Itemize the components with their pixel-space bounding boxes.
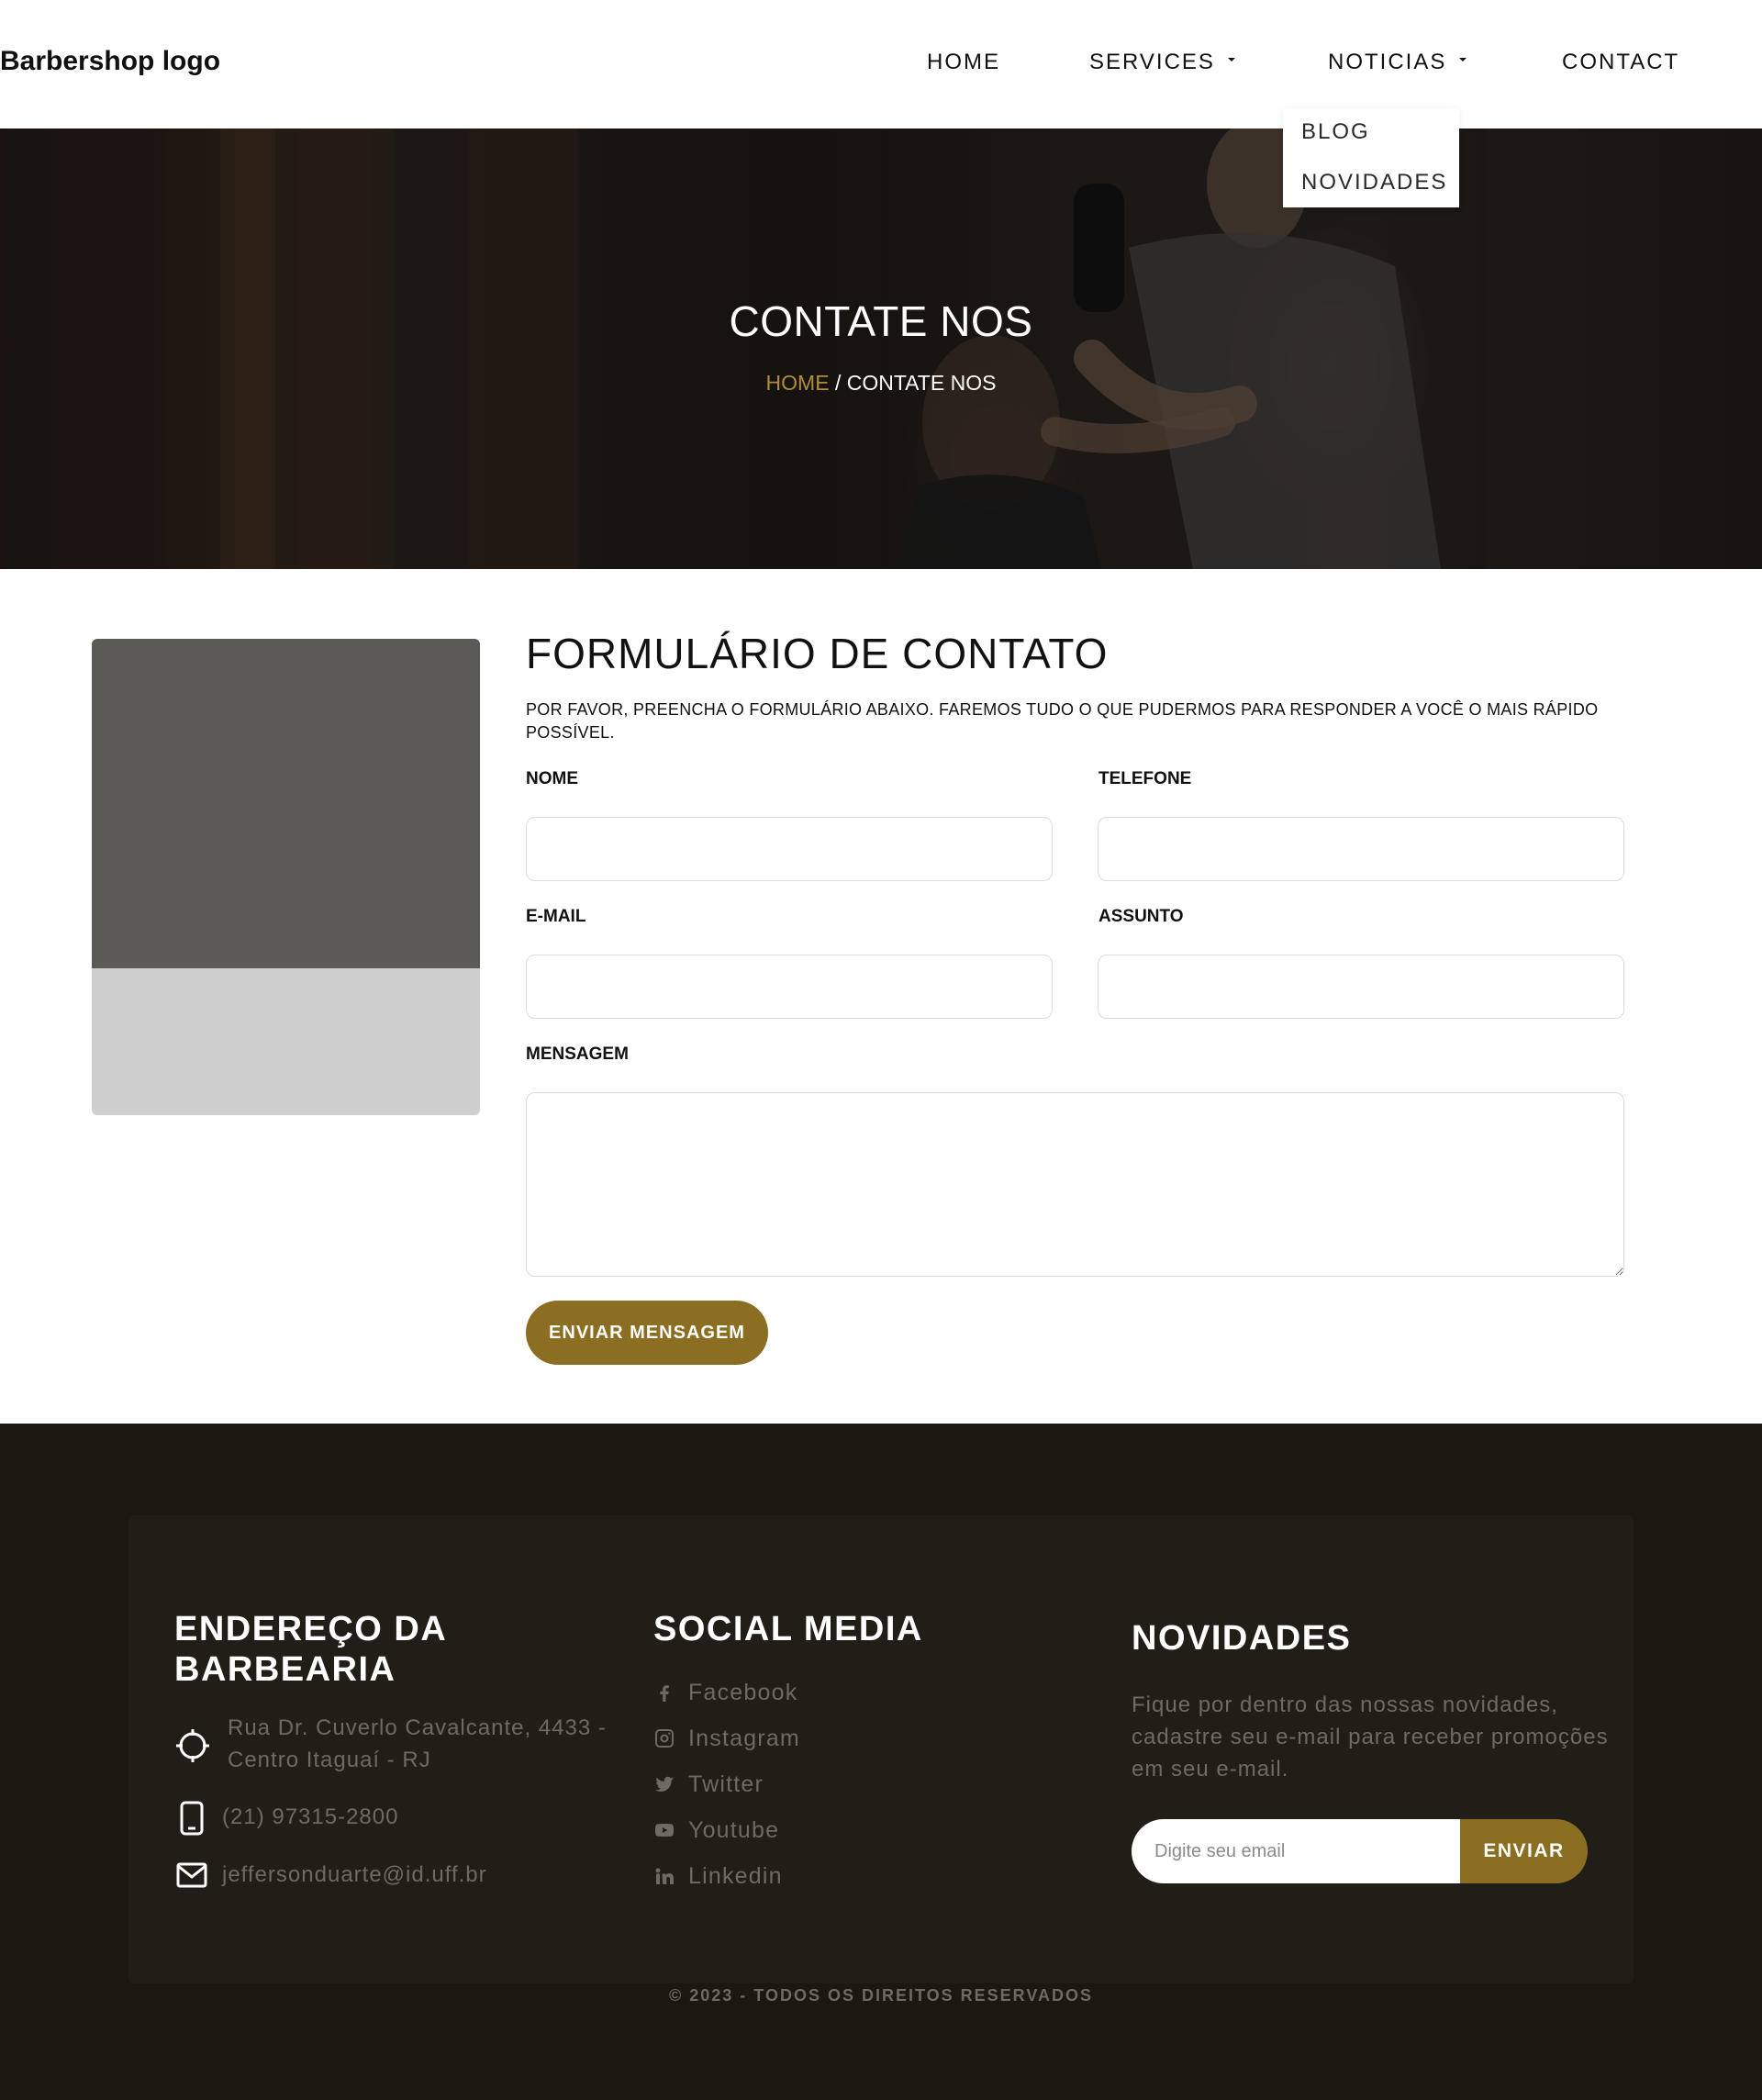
phone-text: (21) 97315-2800 (222, 1804, 399, 1829)
hero-banner: CONTATE NOS HOME / CONTATE NOS (0, 128, 1762, 569)
linkedin-icon (655, 1868, 674, 1884)
mail-icon (176, 1862, 207, 1888)
form-description: POR FAVOR, PREENCHA O FORMULÁRIO ABAIXO.… (526, 700, 1599, 742)
noticias-dropdown: BLOG NOVIDADES (1283, 108, 1459, 207)
dropdown-item-novidades[interactable]: NOVIDADES (1301, 170, 1447, 195)
copyright-text: © 2023 - TODOS OS DIREITOS RESERVADOS (668, 1986, 1094, 2005)
address-line1: Rua Dr. Cuverlo Cavalcante, 4433 - (228, 1715, 607, 1740)
instagram-icon (655, 1729, 674, 1748)
address-heading-line2: BARBEARIA (174, 1650, 396, 1689)
address-line2: Centro Itaguaí - RJ (228, 1748, 431, 1772)
youtube-icon (655, 1824, 674, 1837)
breadcrumb-current: CONTATE NOS (846, 371, 997, 395)
nav-noticias[interactable]: NOTICIAS (1328, 50, 1467, 75)
social-link-twitter[interactable]: Twitter (653, 1770, 764, 1799)
site-header: Barbershop logo HOME SERVICES NOTICIAS C… (0, 0, 1762, 128)
nav-services-label: SERVICES (1089, 50, 1215, 74)
newsletter-email-input[interactable] (1132, 1819, 1462, 1883)
breadcrumb-separator: / (834, 371, 842, 395)
page-title: CONTATE NOS (729, 297, 1033, 345)
nav-home[interactable]: HOME (927, 50, 1000, 75)
telefone-input[interactable] (1098, 817, 1624, 881)
newsletter-send-button[interactable]: ENVIAR (1460, 1819, 1588, 1883)
mensagem-label: MENSAGEM (526, 1044, 629, 1064)
social-link-linkedin[interactable]: Linkedin (653, 1861, 783, 1891)
social-heading: SOCIAL MEDIA (653, 1610, 923, 1648)
news-description: Fique por dentro das nossas novidades, c… (1132, 1689, 1609, 1785)
news-heading: NOVIDADES (1132, 1619, 1352, 1658)
breadcrumb: HOME / CONTATE NOS (0, 371, 1762, 396)
form-title: FORMULÁRIO DE CONTATO (526, 630, 1109, 677)
telefone-label: TELEFONE (1098, 769, 1192, 788)
send-message-button[interactable]: ENVIAR MENSAGEM (526, 1301, 768, 1365)
assunto-label: ASSUNTO (1098, 907, 1184, 926)
mensagem-textarea[interactable] (526, 1092, 1624, 1277)
caret-down-icon (1459, 57, 1467, 61)
phone-icon (180, 1801, 204, 1836)
assunto-input[interactable] (1098, 955, 1624, 1019)
news-line1: Fique por dentro das nossas novidades, (1132, 1692, 1558, 1717)
dropdown-item-blog[interactable]: BLOG (1301, 119, 1370, 145)
caret-down-icon (1227, 57, 1235, 61)
social-label-facebook: Facebook (688, 1679, 798, 1705)
social-label-youtube: Youtube (688, 1816, 780, 1843)
news-line2: cadastre seu e-mail para receber promoçõ… (1132, 1725, 1609, 1749)
contact-image-bottom (92, 968, 480, 1115)
email-label: E-MAIL (526, 907, 586, 926)
nav-services[interactable]: SERVICES (1089, 50, 1235, 75)
breadcrumb-home-link[interactable]: HOME (766, 371, 830, 395)
hero-overlay (0, 128, 1762, 569)
news-line3: em seu e-mail. (1132, 1757, 1289, 1782)
address-heading: ENDEREÇO DA BARBEARIA (174, 1609, 447, 1690)
twitter-icon (655, 1776, 674, 1792)
site-logo[interactable]: Barbershop logo (0, 46, 220, 77)
nome-label: NOME (526, 769, 578, 788)
location-crosshair-icon (176, 1729, 209, 1762)
address-heading-line1: ENDEREÇO DA (174, 1610, 448, 1648)
social-link-instagram[interactable]: Instagram (653, 1724, 800, 1753)
social-label-twitter: Twitter (688, 1770, 764, 1797)
social-link-youtube[interactable]: Youtube (653, 1815, 779, 1845)
email-text[interactable]: jeffersonduarte@id.uff.br (222, 1859, 487, 1891)
facebook-icon (660, 1685, 669, 1702)
contact-image-top (92, 639, 480, 968)
email-input[interactable] (526, 955, 1053, 1019)
nome-input[interactable] (526, 817, 1053, 881)
contact-image (92, 639, 480, 1115)
nav-noticias-label: NOTICIAS (1328, 50, 1447, 74)
social-label-linkedin: Linkedin (688, 1862, 783, 1889)
address-text: Rua Dr. Cuverlo Cavalcante, 4433 - Centr… (228, 1712, 607, 1776)
social-link-facebook[interactable]: Facebook (653, 1678, 797, 1707)
nav-contact[interactable]: CONTACT (1562, 50, 1679, 75)
social-label-instagram: Instagram (688, 1725, 800, 1751)
